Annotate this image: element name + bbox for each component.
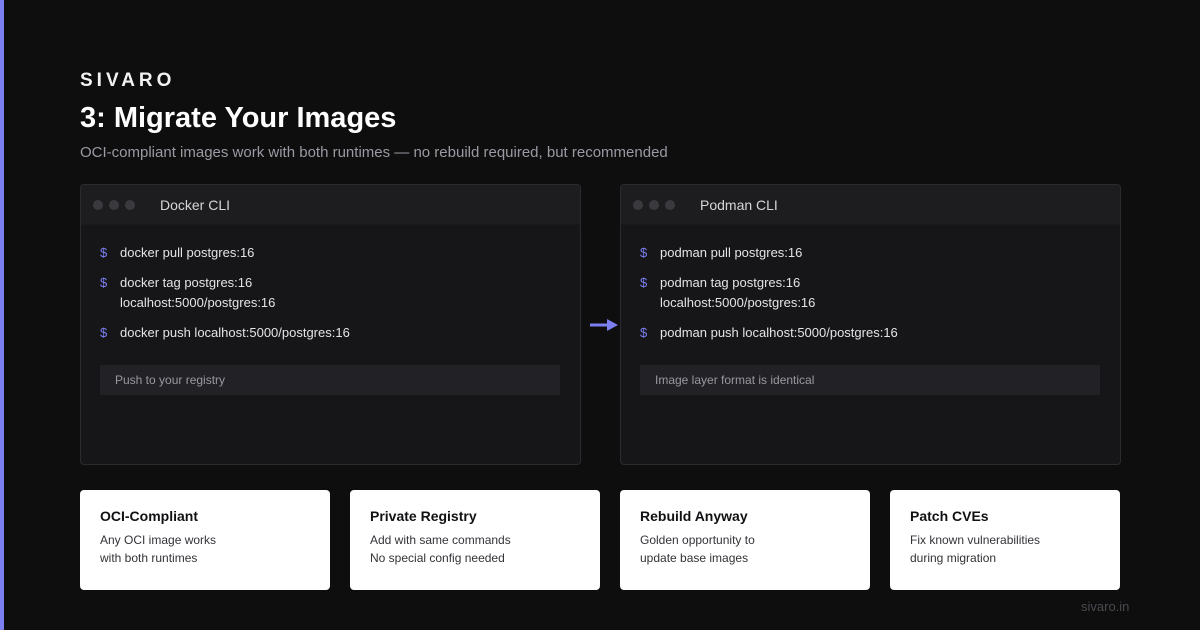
window-dot-icon: [649, 200, 659, 210]
accent-bar: [0, 0, 4, 630]
terminal-header: Docker CLI: [81, 185, 580, 225]
card-rebuild-anyway: Rebuild Anyway Golden opportunity to upd…: [620, 490, 870, 590]
card-text: Add with same commands: [370, 533, 511, 547]
card-title: Rebuild Anyway: [640, 508, 748, 524]
window-dot-icon: [93, 200, 103, 210]
prompt-symbol: $: [100, 245, 108, 260]
prompt-symbol: $: [640, 245, 648, 260]
page-title: 3: Migrate Your Images: [80, 102, 397, 134]
card-text: Fix known vulnerabilities: [910, 533, 1041, 547]
card-text: No special config needed: [370, 551, 505, 565]
command-line: $ podman tag postgres:16 localhost:5000/…: [640, 273, 1100, 313]
window-dot-icon: [633, 200, 643, 210]
command-text: docker tag postgres:16 localhost:5000/po…: [120, 275, 276, 310]
terminal-note: Push to your registry: [100, 365, 560, 395]
card-title: Patch CVEs: [910, 508, 989, 524]
card-text: with both runtimes: [100, 551, 198, 565]
footer-url[interactable]: sivaro.in: [1081, 599, 1129, 614]
card-oci-compliant: OCI-Compliant Any OCI image works with b…: [80, 490, 330, 590]
command-line: $ docker tag postgres:16 localhost:5000/…: [100, 273, 560, 313]
command-line: $ podman push localhost:5000/postgres:16: [640, 323, 1100, 343]
card-private-registry: Private Registry Add with same commands …: [350, 490, 600, 590]
right-arrow-icon: [590, 319, 618, 331]
prompt-symbol: $: [100, 325, 108, 340]
command-line: $ docker push localhost:5000/postgres:16: [100, 323, 560, 343]
command-text: podman push localhost:5000/postgres:16: [660, 325, 898, 340]
prompt-symbol: $: [640, 275, 648, 290]
command-list: $ podman pull postgres:16 $ podman tag p…: [640, 243, 1100, 353]
terminal-title: Podman CLI: [700, 197, 778, 213]
card-patch-cves: Patch CVEs Fix known vulnerabilities dur…: [890, 490, 1120, 590]
prompt-symbol: $: [100, 275, 108, 290]
window-dot-icon: [665, 200, 675, 210]
terminal-header: Podman CLI: [621, 185, 1120, 225]
card-title: Private Registry: [370, 508, 477, 524]
card-text: Golden opportunity to: [640, 533, 755, 547]
window-dot-icon: [109, 200, 119, 210]
card-text: update base images: [640, 551, 749, 565]
window-dot-icon: [125, 200, 135, 210]
brand-logo: SIVARO: [80, 70, 176, 91]
page-subtitle: OCI-compliant images work with both runt…: [80, 144, 668, 161]
docker-terminal: Docker CLI $ docker pull postgres:16 $ d…: [80, 184, 581, 465]
podman-terminal: Podman CLI $ podman pull postgres:16 $ p…: [620, 184, 1121, 465]
command-text: podman pull postgres:16: [660, 245, 803, 260]
command-line: $ docker pull postgres:16: [100, 243, 560, 263]
command-text: podman tag postgres:16 localhost:5000/po…: [660, 275, 816, 310]
command-text: docker push localhost:5000/postgres:16: [120, 325, 350, 340]
card-text: during migration: [910, 551, 997, 565]
command-text: docker pull postgres:16: [120, 245, 255, 260]
command-line: $ podman pull postgres:16: [640, 243, 1100, 263]
prompt-symbol: $: [640, 325, 648, 340]
card-text: Any OCI image works: [100, 533, 217, 547]
terminal-title: Docker CLI: [160, 197, 231, 213]
card-title: OCI-Compliant: [100, 508, 198, 524]
terminal-note: Image layer format is identical: [640, 365, 1100, 395]
command-list: $ docker pull postgres:16 $ docker tag p…: [100, 243, 560, 353]
